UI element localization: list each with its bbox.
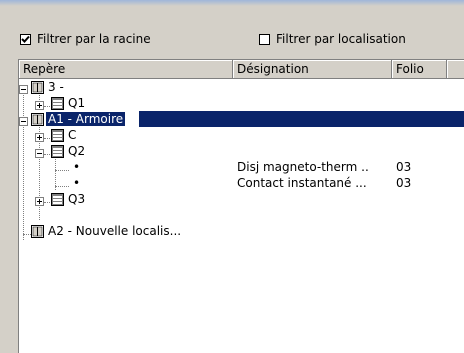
expand-toggle[interactable]	[35, 197, 44, 206]
column-header-designation[interactable]: Désignation	[233, 60, 392, 79]
filter-location-label: Filtrer par localisation	[276, 32, 406, 46]
tree-leaf-item-1[interactable]: •	[73, 159, 80, 175]
collapse-toggle[interactable]	[35, 149, 44, 158]
cell-designation: Disj magneto-therm ..	[237, 160, 369, 174]
tree-connector	[44, 154, 50, 155]
checkbox-box[interactable]	[259, 33, 270, 45]
tree-node-c[interactable]: C	[68, 127, 76, 143]
cell-designation: Contact instantané ...	[237, 176, 367, 190]
collapse-toggle[interactable]	[19, 85, 28, 94]
component-rack-icon	[51, 193, 64, 206]
selection-highlight	[139, 111, 464, 127]
filter-root-label: Filtrer par la racine	[37, 32, 151, 46]
tree-node-a2[interactable]: A2 - Nouvelle localis...	[48, 223, 181, 239]
tree-leaf-item-2[interactable]: •	[73, 175, 80, 191]
filter-root-checkbox[interactable]: Filtrer par la racine	[20, 31, 151, 47]
cell-folio: 03	[396, 176, 412, 190]
tree-connector	[55, 154, 56, 190]
tree-node-3[interactable]: 3 -	[48, 79, 64, 95]
expand-toggle[interactable]	[35, 101, 44, 110]
tree-connector	[44, 106, 50, 107]
tree-connector	[55, 170, 69, 171]
tree-node-q3[interactable]: Q3	[68, 191, 85, 207]
filter-location-checkbox[interactable]: Filtrer par localisation	[259, 31, 406, 47]
column-header-empty	[447, 60, 464, 79]
component-rack-icon	[51, 97, 64, 110]
column-header-folio[interactable]: Folio	[392, 60, 447, 79]
expand-toggle[interactable]	[35, 133, 44, 142]
tree-connector	[44, 138, 50, 139]
window-top-band	[0, 0, 464, 6]
tree-connector	[23, 234, 31, 235]
checkbox-box[interactable]	[20, 33, 31, 45]
selected-node-label[interactable]: A1 - Armoire	[46, 112, 126, 126]
tree-connector	[44, 202, 50, 203]
tree-node-q2[interactable]: Q2	[68, 143, 85, 159]
tree-node-q1[interactable]: Q1	[68, 95, 85, 111]
component-rack-icon	[51, 145, 64, 158]
component-rack-icon	[51, 129, 64, 142]
tree-node-a1-armoire[interactable]: A1 - Armoire	[46, 111, 126, 127]
tree-connector	[23, 90, 24, 240]
cabinet-location-icon	[31, 113, 44, 126]
tree-connector	[55, 186, 69, 187]
collapse-toggle[interactable]	[19, 117, 28, 126]
cabinet-location-icon	[31, 225, 44, 238]
cell-folio: 03	[396, 160, 412, 174]
tree-view[interactable]: 3 - Q1 A1 - Armoire C Q2 • Disj magneto-…	[19, 79, 464, 353]
cabinet-location-icon	[31, 81, 44, 94]
check-mark-icon	[21, 35, 30, 43]
tree-list-panel[interactable]: Repère Désignation Folio 3 - Q1 A1 - Arm…	[18, 59, 464, 353]
column-header-repere[interactable]: Repère	[19, 60, 233, 79]
